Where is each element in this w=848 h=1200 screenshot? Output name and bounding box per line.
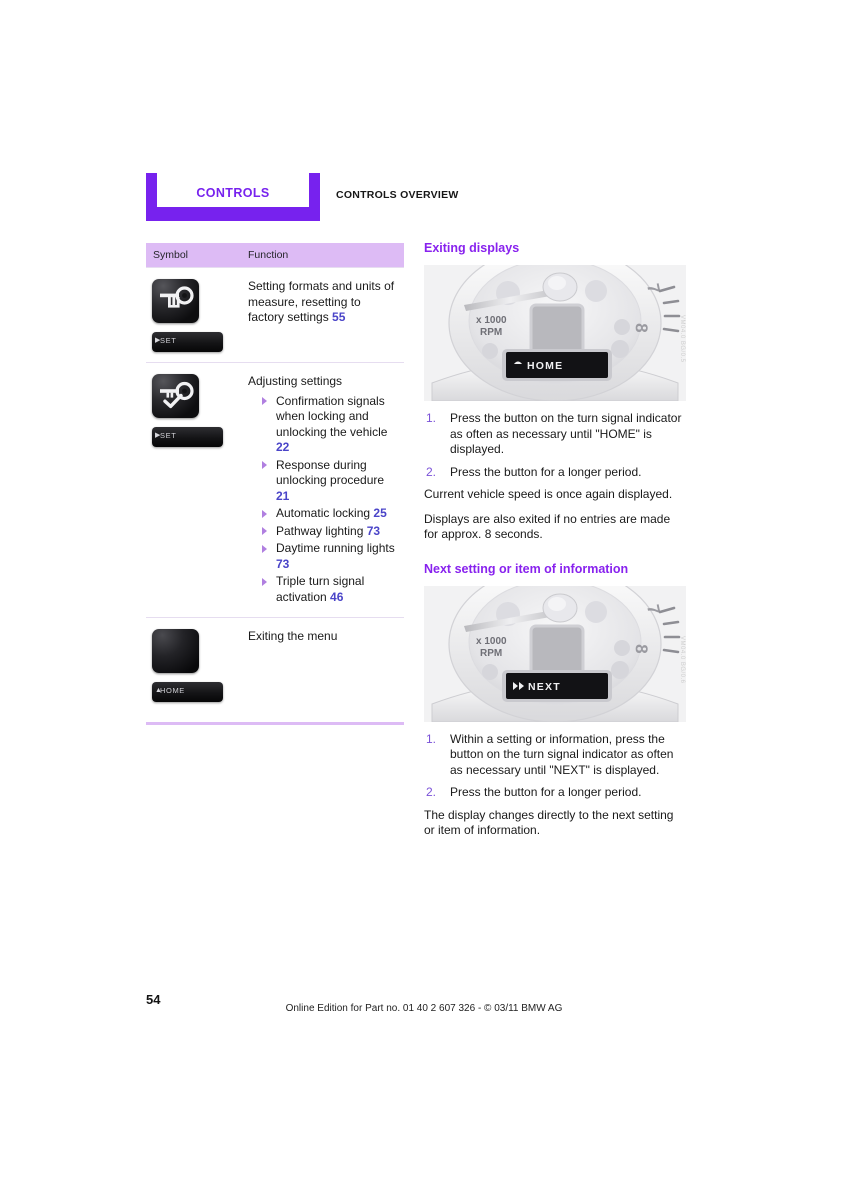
paragraph-display-changes: The display changes directly to the next… (424, 807, 674, 838)
step-text: Press the button for a longer period. (450, 785, 642, 799)
set-button-label: ▶ SET (152, 332, 223, 352)
column-header-symbol: Symbol (153, 249, 189, 261)
bullet-text: Daytime running lights (276, 541, 395, 555)
function-text: Setting formats and units of measure, re… (248, 279, 395, 324)
bullet-triangle-icon (262, 577, 267, 586)
list-item: Pathway lighting 73 (248, 524, 400, 540)
svg-text:RPM: RPM (480, 327, 502, 338)
home-text: HOME (160, 686, 185, 695)
table-row: ▶ SET Setting formats and units of measu… (146, 267, 404, 362)
list-item: 2. Press the button for a longer period. (424, 465, 686, 481)
bullet-text: Response during unlocking procedure (276, 457, 385, 488)
step-text: Within a setting or information, press t… (450, 731, 674, 777)
svg-text:HOME: HOME (527, 360, 563, 372)
tachometer-home-display: 7 8 x 1000 RPM HOME VM04.0 BG/0.5 (424, 265, 686, 401)
heading-exiting-displays: Exiting displays (424, 241, 520, 255)
svg-text:NEXT: NEXT (528, 681, 561, 693)
page-reference[interactable]: 46 (330, 590, 343, 604)
step-text: Press the button for a longer period. (450, 464, 642, 479)
page-reference[interactable]: 73 (276, 557, 289, 571)
step-number: 2. (426, 785, 437, 799)
svg-text:x 1000: x 1000 (476, 315, 507, 326)
bullet-text: Pathway lighting (276, 523, 364, 538)
bullet-text: Confirmation signals when locking and un… (276, 393, 388, 439)
function-text: Exiting the menu (248, 629, 338, 643)
chapter-title: CONTROLS (196, 186, 270, 200)
set-button-label: ▶ SET (152, 427, 223, 447)
list-item: Daytime running lights 73 (248, 541, 400, 572)
step-number: 1. (426, 411, 437, 425)
paragraph-auto-exit: Displays are also exited if no entries a… (424, 511, 671, 542)
function-bullet-list: Confirmation signals when locking and un… (248, 394, 400, 606)
symbol-cell: ▶ SET (146, 374, 248, 607)
symbol-cell: ▲ HOME (146, 629, 248, 702)
bullet-triangle-icon (262, 527, 267, 535)
page-reference[interactable]: 22 (276, 440, 289, 454)
home-button-label: ▲ HOME (152, 682, 223, 702)
heading-next-setting: Next setting or item of information (424, 561, 629, 576)
key-with-check-icon (152, 374, 199, 418)
list-item: Triple turn signal activation 46 (248, 574, 400, 605)
figure-watermark: VM04.0 BG/0.6 (679, 635, 685, 684)
list-item: Confirmation signals when locking and un… (248, 394, 400, 456)
svg-text:RPM: RPM (480, 648, 502, 659)
table-header-row: Symbol Function (146, 243, 404, 267)
table-row: ▲ HOME Exiting the menu (146, 617, 404, 712)
steps-exiting-displays: 1. Press the button on the turn signal i… (424, 411, 686, 480)
step-number: 1. (426, 731, 437, 746)
running-header: CONTROLS CONTROLS OVERVIEW (146, 173, 706, 221)
table-row: ▶ SET Adjusting settings Confirmation si… (146, 362, 404, 617)
bullet-triangle-icon (262, 461, 267, 469)
right-column: Exiting displays 7 8 x 1000 RPM HOME VM0… (424, 240, 686, 848)
paragraph-current-speed: Current vehicle speed is once again disp… (424, 487, 673, 501)
page-reference[interactable]: 55 (332, 310, 345, 324)
section-title: CONTROLS OVERVIEW (336, 189, 459, 201)
table-bottom-divider (146, 722, 404, 725)
function-text: Adjusting settings (248, 374, 343, 388)
bracket-arm-bottom (146, 207, 320, 221)
page-reference[interactable]: 21 (276, 489, 289, 503)
step-number: 2. (426, 464, 437, 479)
footer-note: Online Edition for Part no. 01 40 2 607 … (285, 1003, 563, 1014)
set-text: SET (160, 336, 177, 345)
figure-watermark: VM04.0 BG/0.5 (679, 315, 685, 363)
function-cell: Exiting the menu (248, 629, 404, 702)
blank-button-icon (152, 629, 199, 673)
symbol-cell: ▶ SET (146, 279, 248, 352)
column-header-function: Function (248, 249, 289, 261)
list-item: 1. Within a setting or information, pres… (424, 732, 686, 779)
function-cell: Setting formats and units of measure, re… (248, 279, 404, 352)
svg-text:8: 8 (632, 323, 651, 333)
set-text: SET (160, 431, 177, 440)
steps-next-setting: 1. Within a setting or information, pres… (424, 732, 686, 801)
bullet-triangle-icon (262, 509, 267, 518)
bullet-text: Triple turn signal activation (276, 574, 365, 604)
bullet-triangle-icon (262, 544, 267, 553)
function-cell: Adjusting settings Confirmation signals … (248, 374, 404, 607)
symbol-function-table: Symbol Function ▶ SET Setting formats an… (146, 243, 404, 725)
svg-text:8: 8 (632, 643, 651, 653)
svg-text:x 1000: x 1000 (476, 636, 507, 647)
list-item: 1. Press the button on the turn signal i… (424, 411, 686, 458)
list-item: 2. Press the button for a longer period. (424, 785, 686, 801)
tachometer-next-display: 7 8 x 1000 RPM NEXT VM04.0 BG/0.6 (424, 585, 686, 722)
page-reference[interactable]: 73 (367, 524, 380, 538)
list-item: Response during unlocking procedure 21 (248, 458, 400, 505)
step-text: Press the button on the turn signal indi… (450, 411, 682, 456)
key-with-scale-icon (152, 279, 199, 323)
bullet-text: Automatic locking (276, 506, 371, 520)
page-reference[interactable]: 25 (373, 506, 386, 520)
bullet-triangle-icon (262, 397, 267, 405)
list-item: Automatic locking 25 (248, 506, 400, 522)
